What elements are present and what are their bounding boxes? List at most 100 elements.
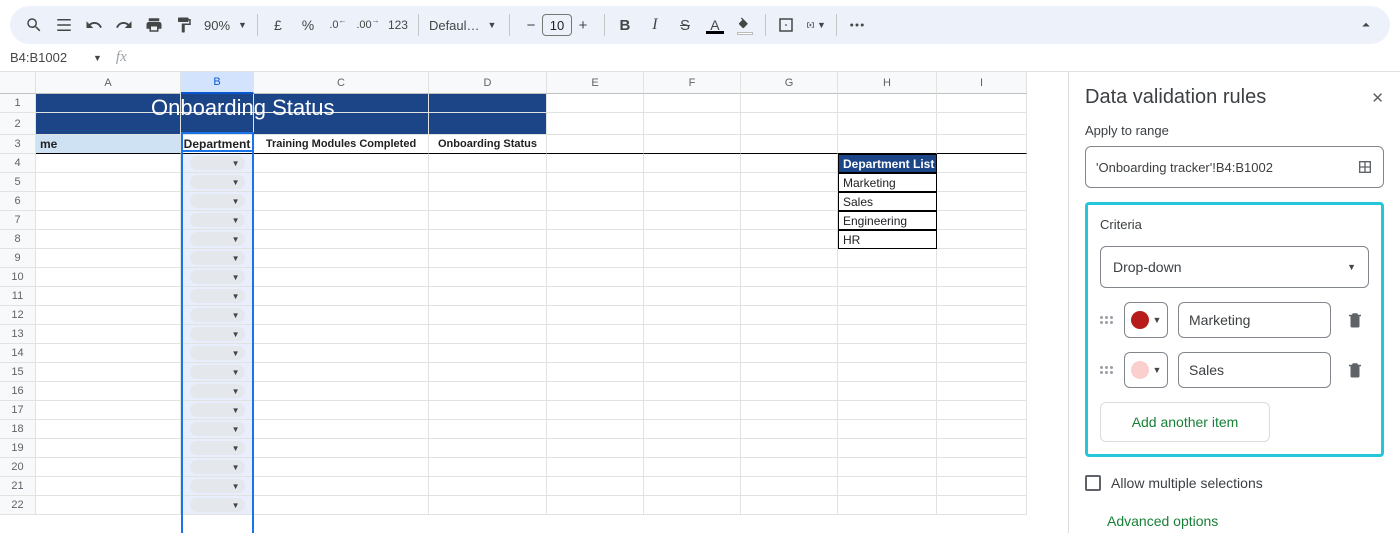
cell-dropdown[interactable]: ▼ — [181, 268, 254, 287]
cell[interactable] — [254, 382, 429, 401]
cell[interactable] — [741, 192, 838, 211]
cell[interactable]: Department List — [838, 154, 937, 173]
cell[interactable] — [644, 382, 741, 401]
cell[interactable] — [254, 211, 429, 230]
cell[interactable] — [429, 382, 547, 401]
chevron-down-icon[interactable]: ▼ — [93, 53, 102, 63]
cell-dropdown[interactable]: ▼ — [181, 306, 254, 325]
row-header[interactable]: 11 — [0, 287, 36, 306]
currency-button[interactable]: £ — [268, 15, 288, 35]
cell[interactable] — [254, 230, 429, 249]
cell[interactable] — [36, 401, 181, 420]
cell[interactable] — [838, 439, 937, 458]
cell[interactable] — [644, 363, 741, 382]
col-header-H[interactable]: H — [838, 72, 937, 94]
cell[interactable] — [838, 287, 937, 306]
cell-dropdown[interactable]: ▼ — [181, 211, 254, 230]
cell[interactable] — [36, 420, 181, 439]
cell-dropdown[interactable]: ▼ — [181, 230, 254, 249]
cell[interactable] — [937, 382, 1027, 401]
cell-dropdown[interactable]: ▼ — [181, 420, 254, 439]
cell[interactable] — [36, 363, 181, 382]
cell[interactable] — [547, 306, 644, 325]
cell[interactable] — [644, 192, 741, 211]
more-icon[interactable] — [847, 15, 867, 35]
row-header[interactable]: 3 — [0, 135, 36, 154]
header-cell[interactable]: Department — [181, 135, 254, 154]
undo-icon[interactable] — [84, 15, 104, 35]
row-header[interactable]: 10 — [0, 268, 36, 287]
cell[interactable] — [254, 249, 429, 268]
decrease-font-size-button[interactable]: − — [520, 14, 542, 36]
cell[interactable] — [254, 173, 429, 192]
cell[interactable] — [741, 477, 838, 496]
cell[interactable] — [644, 173, 741, 192]
cell-dropdown[interactable]: ▼ — [181, 325, 254, 344]
cell[interactable]: Sales — [838, 192, 937, 211]
cell[interactable] — [254, 268, 429, 287]
cell[interactable]: Engineering — [838, 211, 937, 230]
option-value-input[interactable]: Marketing — [1178, 302, 1331, 338]
cell[interactable] — [254, 458, 429, 477]
cell[interactable] — [937, 268, 1027, 287]
cell[interactable] — [838, 363, 937, 382]
borders-button[interactable] — [776, 15, 796, 35]
cell[interactable] — [36, 154, 181, 173]
search-icon[interactable] — [24, 15, 44, 35]
cell[interactable] — [547, 173, 644, 192]
select-range-icon[interactable] — [1357, 159, 1373, 175]
cell[interactable] — [741, 287, 838, 306]
cell[interactable] — [36, 230, 181, 249]
cell[interactable] — [254, 439, 429, 458]
drag-handle-icon[interactable] — [1100, 366, 1114, 374]
cell-dropdown[interactable]: ▼ — [181, 363, 254, 382]
cell[interactable] — [254, 477, 429, 496]
decrease-decimal-button[interactable]: .0← — [328, 15, 348, 35]
cell[interactable] — [429, 363, 547, 382]
cell[interactable] — [741, 363, 838, 382]
cell[interactable] — [254, 401, 429, 420]
increase-decimal-button[interactable]: .00→ — [358, 15, 378, 35]
cell[interactable] — [741, 496, 838, 515]
cell[interactable] — [36, 249, 181, 268]
text-color-button[interactable]: A — [705, 15, 725, 35]
cell[interactable] — [547, 363, 644, 382]
cell[interactable] — [429, 249, 547, 268]
row-header[interactable]: 14 — [0, 344, 36, 363]
cell[interactable] — [644, 420, 741, 439]
cell[interactable] — [644, 496, 741, 515]
cell[interactable] — [36, 306, 181, 325]
cell[interactable] — [547, 477, 644, 496]
cell[interactable] — [644, 458, 741, 477]
cell[interactable] — [429, 458, 547, 477]
cell[interactable] — [429, 268, 547, 287]
cell[interactable] — [741, 420, 838, 439]
cell[interactable] — [644, 154, 741, 173]
cell[interactable] — [741, 154, 838, 173]
row-header[interactable]: 17 — [0, 401, 36, 420]
cell[interactable] — [36, 287, 181, 306]
cell[interactable] — [429, 439, 547, 458]
cell[interactable] — [644, 344, 741, 363]
cell[interactable] — [36, 496, 181, 515]
cell[interactable] — [741, 439, 838, 458]
allow-multiple-checkbox[interactable] — [1085, 475, 1101, 491]
cell[interactable] — [838, 249, 937, 268]
row-header[interactable]: 2 — [0, 113, 36, 135]
advanced-options-link[interactable]: Advanced options — [1085, 513, 1384, 529]
cell[interactable] — [937, 306, 1027, 325]
cell[interactable] — [937, 287, 1027, 306]
row-header[interactable]: 15 — [0, 363, 36, 382]
cell[interactable] — [644, 401, 741, 420]
cell[interactable] — [254, 306, 429, 325]
cell[interactable] — [429, 496, 547, 515]
cell[interactable] — [429, 477, 547, 496]
row-header[interactable]: 9 — [0, 249, 36, 268]
cell[interactable] — [36, 325, 181, 344]
cell[interactable] — [741, 458, 838, 477]
fill-color-button[interactable] — [735, 15, 755, 35]
row-header[interactable]: 16 — [0, 382, 36, 401]
cell[interactable] — [838, 401, 937, 420]
cell[interactable] — [429, 344, 547, 363]
cell[interactable] — [36, 439, 181, 458]
